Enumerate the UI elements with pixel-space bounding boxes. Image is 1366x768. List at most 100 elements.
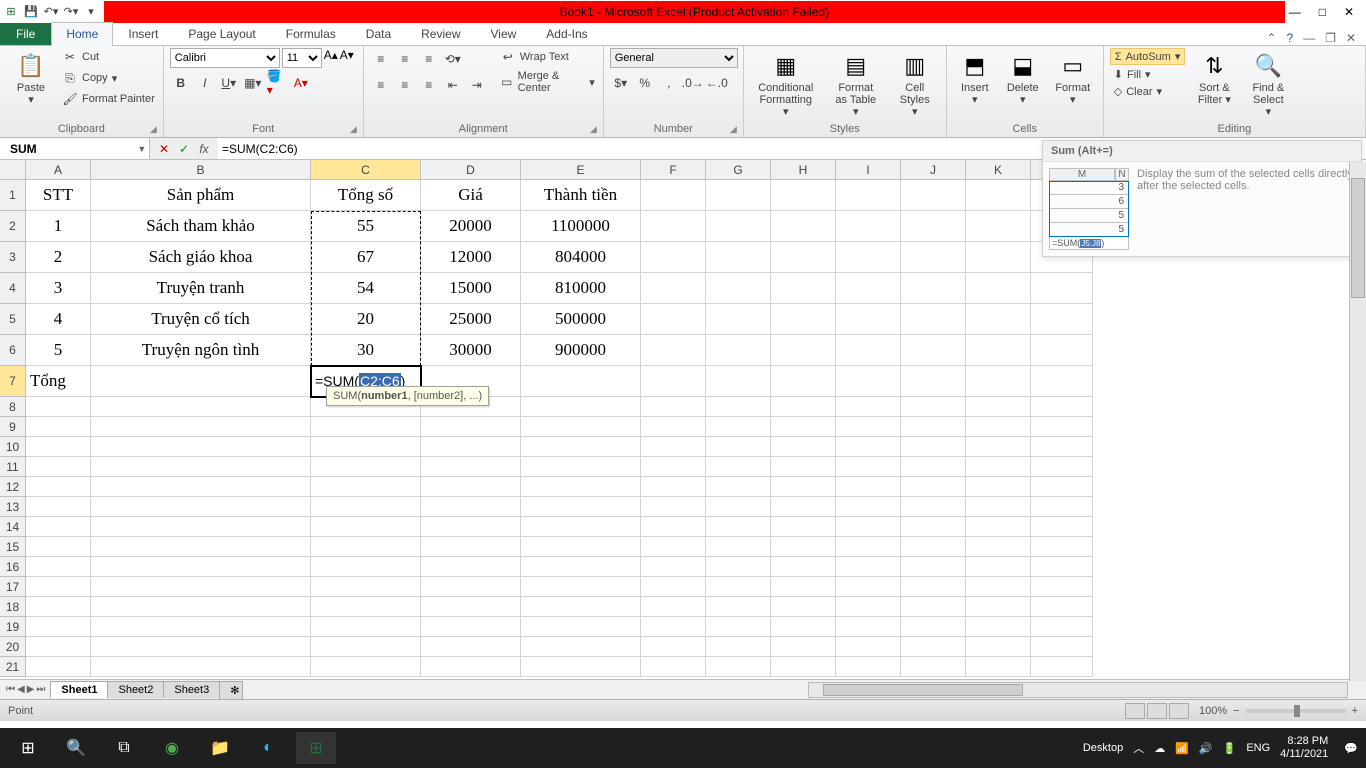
decrease-decimal-button[interactable]: ←.0 <box>706 72 728 94</box>
cell-L17[interactable] <box>1031 577 1093 597</box>
cell-H16[interactable] <box>771 557 836 577</box>
cell-G9[interactable] <box>706 417 771 437</box>
cell-F7[interactable] <box>641 366 706 397</box>
cell-E4[interactable]: 810000 <box>521 273 641 304</box>
cell-I6[interactable] <box>836 335 901 366</box>
sheet-tab-1[interactable]: Sheet1 <box>50 681 108 698</box>
cell-D17[interactable] <box>421 577 521 597</box>
cell-A14[interactable] <box>26 517 91 537</box>
cell-A4[interactable]: 3 <box>26 273 91 304</box>
cell-A12[interactable] <box>26 477 91 497</box>
row-header-5[interactable]: 5 <box>0 304 26 335</box>
row-header-13[interactable]: 13 <box>0 497 26 517</box>
row-header-17[interactable]: 17 <box>0 577 26 597</box>
sheet-tab-3[interactable]: Sheet3 <box>163 681 220 698</box>
cell-K2[interactable] <box>966 211 1031 242</box>
cell-I17[interactable] <box>836 577 901 597</box>
column-header-C[interactable]: C <box>311 160 421 180</box>
cell-L14[interactable] <box>1031 517 1093 537</box>
start-button[interactable]: ⊞ <box>8 732 48 764</box>
cell-H18[interactable] <box>771 597 836 617</box>
page-layout-view-button[interactable] <box>1147 703 1167 719</box>
column-header-J[interactable]: J <box>901 160 966 180</box>
tray-clock[interactable]: 8:28 PM4/11/2021 <box>1280 735 1334 761</box>
cell-I10[interactable] <box>836 437 901 457</box>
explorer-taskbar-icon[interactable]: 📁 <box>200 732 240 764</box>
cell-K16[interactable] <box>966 557 1031 577</box>
cell-B17[interactable] <box>91 577 311 597</box>
cell-K14[interactable] <box>966 517 1031 537</box>
cell-B21[interactable] <box>91 657 311 677</box>
cell-I14[interactable] <box>836 517 901 537</box>
tray-chevron-icon[interactable]: ︿ <box>1133 740 1144 756</box>
cell-K11[interactable] <box>966 457 1031 477</box>
close-button[interactable]: ✕ <box>1344 5 1354 19</box>
cell-J16[interactable] <box>901 557 966 577</box>
cell-C6[interactable]: 30 <box>311 335 421 366</box>
format-cells-button[interactable]: ▭Format▾ <box>1049 48 1097 108</box>
cell-D13[interactable] <box>421 497 521 517</box>
vertical-scroll-thumb[interactable] <box>1351 178 1365 298</box>
cell-A6[interactable]: 5 <box>26 335 91 366</box>
cell-L19[interactable] <box>1031 617 1093 637</box>
cell-I3[interactable] <box>836 242 901 273</box>
column-header-B[interactable]: B <box>91 160 311 180</box>
addins-tab[interactable]: Add-Ins <box>531 22 602 45</box>
cell-C17[interactable] <box>311 577 421 597</box>
cell-H13[interactable] <box>771 497 836 517</box>
row-header-4[interactable]: 4 <box>0 273 26 304</box>
column-headers[interactable]: ABCDEFGHIJKL <box>26 160 1093 180</box>
cell-J3[interactable] <box>901 242 966 273</box>
cell-H19[interactable] <box>771 617 836 637</box>
cell-F14[interactable] <box>641 517 706 537</box>
cell-E19[interactable] <box>521 617 641 637</box>
cell-D1[interactable]: Giá <box>421 180 521 211</box>
cell-F18[interactable] <box>641 597 706 617</box>
cell-K19[interactable] <box>966 617 1031 637</box>
cell-I4[interactable] <box>836 273 901 304</box>
font-dialog-icon[interactable]: ◢ <box>350 124 357 135</box>
format-as-table-button[interactable]: ▤Format as Table ▾ <box>826 48 886 120</box>
cell-H20[interactable] <box>771 637 836 657</box>
row-header-8[interactable]: 8 <box>0 397 26 417</box>
row-header-10[interactable]: 10 <box>0 437 26 457</box>
cell-G17[interactable] <box>706 577 771 597</box>
cell-J10[interactable] <box>901 437 966 457</box>
page-layout-tab[interactable]: Page Layout <box>173 22 270 45</box>
cell-B20[interactable] <box>91 637 311 657</box>
cell-D11[interactable] <box>421 457 521 477</box>
fx-icon[interactable]: fx <box>196 142 212 156</box>
cell-B4[interactable]: Truyện tranh <box>91 273 311 304</box>
cell-D9[interactable] <box>421 417 521 437</box>
cell-L11[interactable] <box>1031 457 1093 477</box>
cell-H10[interactable] <box>771 437 836 457</box>
cell-A19[interactable] <box>26 617 91 637</box>
cell-H17[interactable] <box>771 577 836 597</box>
cell-B12[interactable] <box>91 477 311 497</box>
cell-D19[interactable] <box>421 617 521 637</box>
cell-H1[interactable] <box>771 180 836 211</box>
row-header-20[interactable]: 20 <box>0 637 26 657</box>
cell-G16[interactable] <box>706 557 771 577</box>
row-header-19[interactable]: 19 <box>0 617 26 637</box>
cell-I9[interactable] <box>836 417 901 437</box>
data-tab[interactable]: Data <box>351 22 406 45</box>
cell-H21[interactable] <box>771 657 836 677</box>
borders-button[interactable]: ▦▾ <box>242 72 264 94</box>
decrease-indent-button[interactable]: ⇤ <box>442 74 464 96</box>
cell-J9[interactable] <box>901 417 966 437</box>
cell-H11[interactable] <box>771 457 836 477</box>
row-header-1[interactable]: 1 <box>0 180 26 211</box>
cell-D16[interactable] <box>421 557 521 577</box>
cell-A15[interactable] <box>26 537 91 557</box>
cell-K12[interactable] <box>966 477 1031 497</box>
column-header-I[interactable]: I <box>836 160 901 180</box>
cell-G11[interactable] <box>706 457 771 477</box>
cell-G19[interactable] <box>706 617 771 637</box>
row-headers[interactable]: 123456789101112131415161718192021 <box>0 180 26 677</box>
cell-G7[interactable] <box>706 366 771 397</box>
font-color-button[interactable]: A▾ <box>290 72 312 94</box>
cell-K1[interactable] <box>966 180 1031 211</box>
sheet-nav-last-icon[interactable]: ⏭ <box>36 684 45 695</box>
cell-L12[interactable] <box>1031 477 1093 497</box>
